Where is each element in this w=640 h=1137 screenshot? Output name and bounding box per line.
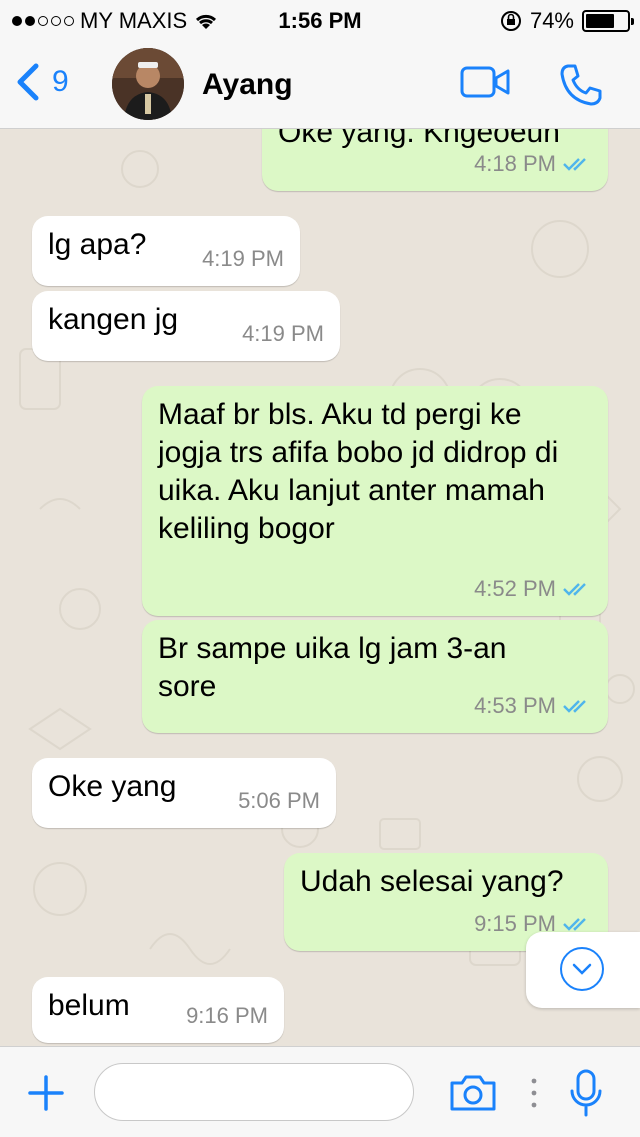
scroll-to-bottom-button[interactable] — [526, 932, 640, 1008]
phone-icon — [560, 64, 602, 106]
message-text: Oke yang — [48, 770, 177, 803]
message-time: 4:19 PM — [202, 246, 284, 271]
voice-call-button[interactable] — [558, 62, 604, 113]
read-receipt-icon — [563, 918, 586, 931]
message-bubble-incoming[interactable]: Oke yang 5:06 PM — [32, 758, 336, 828]
message-time: 4:19 PM — [242, 321, 324, 346]
video-call-button[interactable] — [460, 62, 512, 107]
more-dots-icon — [531, 1078, 537, 1108]
microphone-icon[interactable] — [566, 1067, 606, 1119]
chevron-left-icon — [17, 63, 39, 101]
chat-area[interactable]: Oke yang. Kngeoeun 4:18 PM lg apa? 4:19 … — [0, 129, 640, 1046]
chevron-down-icon — [560, 947, 604, 991]
message-text: Maaf br bls. Aku td pergi ke jogja trs a… — [158, 398, 559, 545]
contact-avatar[interactable] — [112, 48, 184, 120]
unread-count: 9 — [52, 65, 69, 98]
contact-name[interactable]: Ayang — [202, 68, 293, 102]
message-text: lg apa? — [48, 228, 147, 261]
read-receipt-icon — [563, 700, 586, 713]
status-bar: MY MAXIS 1:56 PM 74% — [0, 0, 640, 40]
plus-icon[interactable] — [26, 1073, 66, 1113]
message-bubble-outgoing[interactable]: Br sampe uika lg jam 3-an sore 4:53 PM — [142, 620, 608, 733]
message-input[interactable] — [94, 1063, 414, 1121]
read-receipt-icon — [563, 583, 586, 596]
message-bubble-incoming[interactable]: kangen jg 4:19 PM — [32, 291, 340, 361]
message-time: 4:18 PM — [474, 151, 556, 176]
camera-icon[interactable] — [448, 1073, 498, 1113]
read-receipt-icon — [563, 158, 586, 171]
battery-icon — [582, 10, 634, 32]
message-bubble-incoming[interactable]: lg apa? 4:19 PM — [32, 216, 300, 286]
battery-percent: 74% — [529, 8, 574, 33]
message-input-bar — [0, 1046, 640, 1137]
message-time: 5:06 PM — [238, 788, 320, 813]
message-time: 4:53 PM — [474, 693, 556, 718]
message-text: Udah selesai yang? — [300, 865, 564, 898]
message-bubble-outgoing[interactable]: Maaf br bls. Aku td pergi ke jogja trs a… — [142, 386, 608, 616]
video-call-icon — [460, 66, 510, 98]
message-bubble-incoming[interactable]: belum 9:16 PM — [32, 977, 284, 1043]
message-time: 4:52 PM — [474, 576, 556, 601]
message-text: kangen jg — [48, 303, 179, 336]
message-bubble-outgoing[interactable]: Oke yang. Kngeoeun 4:18 PM — [262, 129, 608, 191]
message-time: 9:16 PM — [186, 1003, 268, 1028]
message-text: belum — [48, 989, 130, 1022]
back-button[interactable]: 9 — [14, 62, 69, 102]
orientation-lock-icon — [500, 11, 521, 31]
chat-header: 9 Ayang — [0, 40, 640, 129]
